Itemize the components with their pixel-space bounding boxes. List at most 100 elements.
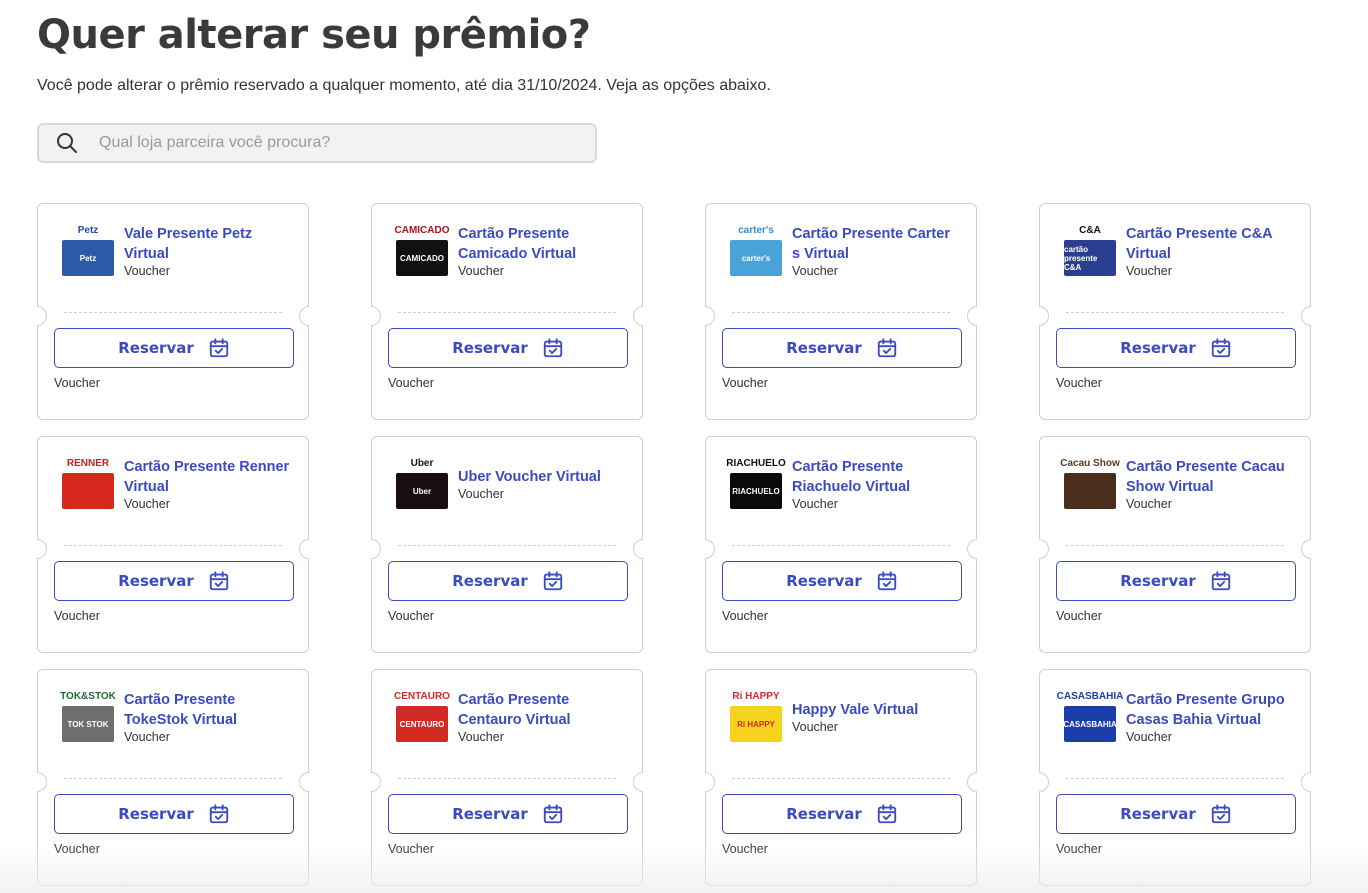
card-info: CENTAURO CENTAURO Cartão Presente Centau… <box>372 670 642 770</box>
search-input[interactable] <box>99 134 559 152</box>
dashed-divider <box>732 545 950 546</box>
card-title[interactable]: Uber Voucher Virtual <box>458 467 628 487</box>
dashed-divider <box>1066 545 1284 546</box>
card-title[interactable]: Cartão Presente Grupo Casas Bahia Virtua… <box>1126 690 1296 730</box>
card-title[interactable]: Cartão Presente Cacau Show Virtual <box>1126 457 1296 497</box>
reserve-button[interactable]: Reservar <box>388 561 628 601</box>
calendar-check-icon <box>1211 338 1230 358</box>
dashed-divider <box>732 312 950 313</box>
card-info: RENNER Cartão Presente Renner Virtual Vo… <box>38 437 308 537</box>
brand-logo-text: TOK&STOK <box>60 691 116 702</box>
voucher-card: C&A cartão presente C&A Cartão Presente … <box>1039 203 1311 420</box>
ticket-notch-right <box>633 306 643 326</box>
card-footer: Voucher <box>54 842 100 856</box>
reserve-button-label: Reservar <box>786 572 862 590</box>
card-footer: Voucher <box>388 842 434 856</box>
card-title[interactable]: Cartão Presente TokeStok Virtual <box>124 690 294 730</box>
reserve-button-label: Reservar <box>118 339 194 357</box>
reserve-button[interactable]: Reservar <box>722 561 962 601</box>
gift-card-image: CAMICADO <box>396 240 448 276</box>
calendar-check-icon <box>209 338 228 358</box>
brand-logo: Ri HAPPY Ri HAPPY <box>728 690 784 750</box>
dashed-divider <box>1066 312 1284 313</box>
reserve-button-label: Reservar <box>1120 339 1196 357</box>
reserve-button[interactable]: Reservar <box>54 794 294 834</box>
brand-logo: Cacau Show <box>1060 457 1120 517</box>
gift-card-image-text: TOK STOK <box>67 719 109 729</box>
brand-logo-text: CAMICADO <box>394 225 450 236</box>
dashed-divider <box>64 312 282 313</box>
card-title[interactable]: Cartão Presente Camicado Virtual <box>458 224 628 264</box>
card-title[interactable]: Cartão Presente Riachuelo Virtual <box>792 457 962 497</box>
dashed-divider <box>1066 778 1284 779</box>
card-footer: Voucher <box>54 376 100 390</box>
voucher-grid: Petz Petz Vale Presente Petz Virtual Vou… <box>37 203 1311 886</box>
card-footer: Voucher <box>1056 842 1102 856</box>
reserve-button-label: Reservar <box>452 805 528 823</box>
ticket-notch-left <box>705 772 715 792</box>
reserve-button[interactable]: Reservar <box>388 328 628 368</box>
reserve-button-label: Reservar <box>118 805 194 823</box>
gift-card-image: CASASBAHIA <box>1063 706 1117 742</box>
card-footer: Voucher <box>54 609 100 623</box>
ticket-notch-left <box>37 306 47 326</box>
brand-logo-text: RIACHUELO <box>726 458 786 469</box>
voucher-card: CASASBAHIA CASASBAHIA Cartão Presente Gr… <box>1039 669 1311 886</box>
gift-card-image <box>1064 473 1116 509</box>
dashed-divider <box>398 312 616 313</box>
reserve-button[interactable]: Reservar <box>1056 328 1296 368</box>
dashed-divider <box>64 545 282 546</box>
card-title[interactable]: Cartão Presente Centauro Virtual <box>458 690 628 730</box>
reserve-button-label: Reservar <box>786 805 862 823</box>
card-title[interactable]: Happy Vale Virtual <box>792 700 962 720</box>
reserve-button-label: Reservar <box>452 339 528 357</box>
gift-card-image: Petz <box>62 240 114 276</box>
card-type: Voucher <box>792 264 838 278</box>
reserve-button[interactable]: Reservar <box>722 794 962 834</box>
reserve-button[interactable]: Reservar <box>54 561 294 601</box>
gift-card-image-text: CENTAURO <box>399 719 445 729</box>
ticket-notch-left <box>705 539 715 559</box>
calendar-check-icon <box>543 804 562 824</box>
brand-logo: carter's carter's <box>728 224 784 284</box>
card-footer: Voucher <box>388 609 434 623</box>
calendar-check-icon <box>543 338 562 358</box>
card-type: Voucher <box>458 487 504 501</box>
card-title[interactable]: Vale Presente Petz Virtual <box>124 224 294 264</box>
brand-logo-text: RENNER <box>66 458 110 469</box>
card-type: Voucher <box>124 730 170 744</box>
voucher-card: CENTAURO CENTAURO Cartão Presente Centau… <box>371 669 643 886</box>
calendar-check-icon <box>877 804 896 824</box>
card-title[interactable]: Cartão Presente Carter s Virtual <box>792 224 962 264</box>
card-type: Voucher <box>1126 497 1172 511</box>
ticket-notch-right <box>299 772 309 792</box>
reserve-button[interactable]: Reservar <box>54 328 294 368</box>
brand-logo: RENNER <box>60 457 116 517</box>
card-info: TOK&STOK TOK STOK Cartão Presente TokeSt… <box>38 670 308 770</box>
voucher-card: Ri HAPPY Ri HAPPY Happy Vale Virtual Vou… <box>705 669 977 886</box>
card-type: Voucher <box>1126 264 1172 278</box>
brand-logo-text: Cacau Show <box>1060 458 1120 469</box>
reserve-button[interactable]: Reservar <box>722 328 962 368</box>
voucher-card: carter's carter's Cartão Presente Carter… <box>705 203 977 420</box>
brand-logo: CAMICADO CAMICADO <box>394 224 450 284</box>
ticket-notch-right <box>633 539 643 559</box>
dashed-divider <box>398 778 616 779</box>
card-type: Voucher <box>792 720 838 734</box>
brand-logo-text: C&A <box>1079 225 1101 236</box>
gift-card-image-text: CASASBAHIA <box>1063 719 1117 729</box>
reserve-button[interactable]: Reservar <box>1056 561 1296 601</box>
ticket-notch-right <box>967 539 977 559</box>
card-info: CAMICADO CAMICADO Cartão Presente Camica… <box>372 204 642 304</box>
card-info: Uber Uber Uber Voucher Virtual Voucher <box>372 437 642 537</box>
ticket-notch-right <box>1301 306 1311 326</box>
reserve-button[interactable]: Reservar <box>388 794 628 834</box>
ticket-notch-right <box>299 539 309 559</box>
card-footer: Voucher <box>722 376 768 390</box>
reserve-button[interactable]: Reservar <box>1056 794 1296 834</box>
card-title[interactable]: Cartão Presente Renner Virtual <box>124 457 294 497</box>
ticket-notch-right <box>967 772 977 792</box>
brand-logo-text: Uber <box>410 458 434 469</box>
search-bar[interactable] <box>37 123 597 163</box>
card-title[interactable]: Cartão Presente C&A Virtual <box>1126 224 1296 264</box>
